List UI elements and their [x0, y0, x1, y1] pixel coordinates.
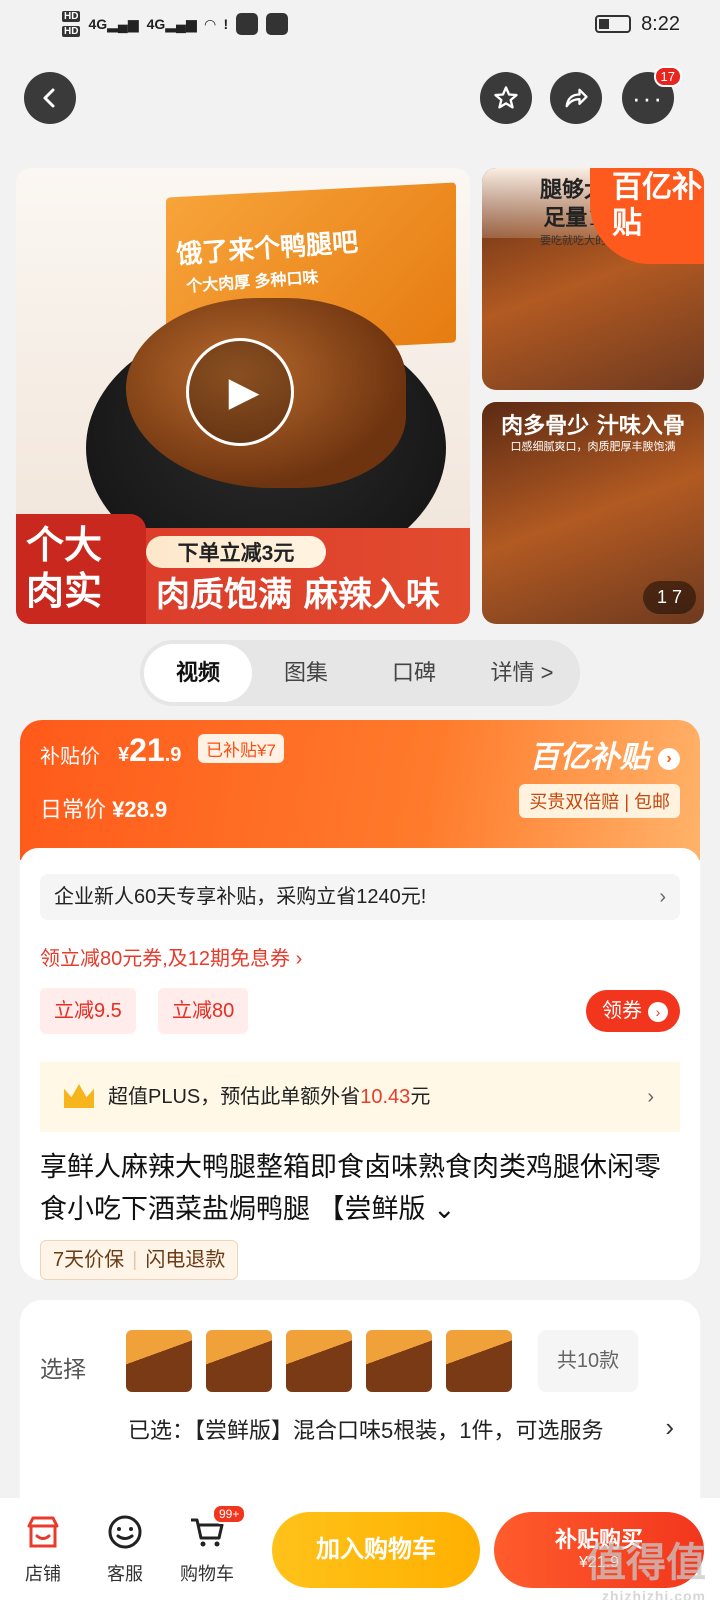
get-coupon-button[interactable]: 领券 ›	[586, 990, 680, 1032]
select-label: 选择	[40, 1356, 86, 1382]
guarantee-tag: 买贵双倍赔 | 包邮	[519, 784, 680, 818]
variant-thumb[interactable]	[366, 1330, 432, 1392]
page-indicator: 1 7	[642, 581, 696, 614]
variant-thumb[interactable]	[126, 1330, 192, 1392]
app-notification-icon	[266, 13, 289, 35]
crown-icon	[64, 1084, 94, 1108]
notification-badge: 17	[653, 66, 682, 87]
cart-badge: 99+	[212, 1504, 247, 1524]
billion-subsidy-badge: 百亿补贴	[590, 168, 704, 264]
subsidy-price-label: 补贴价	[40, 746, 100, 768]
play-video-button[interactable]: ▶	[186, 338, 294, 446]
watermark: 值得值 zhizhizhi.com	[586, 1541, 706, 1600]
tab-video[interactable]: 视频	[144, 644, 252, 702]
price-body: 企业新人60天专享补贴，采购立省1240元! › 领立减80元券,及12期免息券…	[20, 848, 700, 1280]
customer-service-button[interactable]: 客服	[90, 1512, 160, 1586]
chevron-right-icon[interactable]: ›	[665, 1412, 674, 1443]
tab-reviews[interactable]: 口碑	[360, 644, 468, 702]
big-tag: 个大肉实	[16, 514, 146, 624]
variant-thumb[interactable]	[206, 1330, 272, 1392]
variant-count[interactable]: 共10款	[538, 1330, 638, 1392]
share-icon	[565, 88, 588, 108]
variant-thumb[interactable]	[446, 1330, 512, 1392]
main-product-video[interactable]: 饿了来个鸭腿吧 个大肉厚 多种口味 ▶ 下单立减3元 肉质饱满 麻辣入味 个大肉…	[16, 168, 470, 624]
alert-icon: !	[223, 16, 229, 32]
price-card: 补贴价 ¥21.9 已补贴¥7 日常价 ¥28.9 百亿补贴 › 买贵双倍赔 |…	[20, 720, 700, 1280]
signal-icon: 4G▂▄▆	[146, 15, 197, 32]
battery-icon	[595, 15, 632, 33]
favorite-button[interactable]	[480, 72, 532, 124]
spec-select-card[interactable]: 选择 共10款 已选：【尝鲜版】混合口味5根装，1件，可选服务 ›	[20, 1300, 700, 1520]
selected-spec: 已选：【尝鲜版】混合口味5根装，1件，可选服务	[128, 1418, 604, 1443]
enterprise-promo[interactable]: 企业新人60天专享补贴，采购立省1240元! ›	[40, 874, 680, 920]
share-button[interactable]	[550, 72, 602, 124]
plus-savings[interactable]: 超值PLUS，预估此单额外省10.43元 ›	[40, 1062, 680, 1132]
chevron-right-icon: ›	[658, 748, 680, 771]
product-gallery[interactable]: 饿了来个鸭腿吧 个大肉厚 多种口味 ▶ 下单立减3元 肉质饱满 麻辣入味 个大肉…	[16, 168, 704, 624]
discount-chip[interactable]: 立减80	[158, 988, 249, 1034]
subsidy-amount-tag: 已补贴¥7	[198, 734, 284, 763]
variant-thumb[interactable]	[286, 1330, 352, 1392]
hd-indicator: HD HD	[62, 11, 81, 37]
shop-button[interactable]: 店铺	[8, 1512, 78, 1586]
status-bar: HD HD 4G▂▄▆ 4G▂▄▆ ◠ ! 8:22	[0, 0, 720, 48]
banner-text: 肉质饱满 麻辣入味	[156, 575, 440, 615]
chat-icon	[108, 1515, 142, 1549]
shop-icon	[27, 1516, 59, 1548]
coupon-strip: 下单立减3元	[146, 536, 326, 568]
play-icon: ▶	[228, 370, 260, 414]
chevron-right-icon: ›	[647, 1086, 654, 1108]
product-title[interactable]: 享鲜人麻辣大鸭腿整箱即食卤味熟食肉类鸡腿休闲零食小吃下酒菜盐焗鸭腿 【尝鲜版 ⌄	[40, 1146, 680, 1230]
gallery-thumb-1[interactable]: 腿够大 足量1 要吃就吃大的 百亿补贴	[482, 168, 704, 390]
app-notification-icon	[236, 13, 259, 35]
cart-button[interactable]: 99+ 购物车	[172, 1504, 247, 1586]
billion-subsidy-logo[interactable]: 百亿补贴 ›	[530, 732, 680, 776]
thumb-subtitle: 口感细腻爽口，肉质肥厚丰腴饱满	[510, 441, 676, 453]
gallery-thumb-2[interactable]: 肉多骨少 汁味入骨 口感细腻爽口，肉质肥厚丰腴饱满 1 7	[482, 402, 704, 624]
chevron-right-icon: ›	[659, 886, 666, 908]
wifi-icon: ◠	[204, 15, 216, 32]
thumb-title: 肉多骨少 汁味入骨	[501, 413, 685, 439]
price-header: 补贴价 ¥21.9 已补贴¥7 日常价 ¥28.9 百亿补贴 › 买贵双倍赔 |…	[20, 720, 700, 860]
subsidy-price: ¥21.9	[118, 732, 182, 768]
signal-icon: 4G▂▄▆	[88, 15, 139, 32]
clock: 8:22	[641, 12, 680, 35]
add-to-cart-button[interactable]: 加入购物车	[272, 1512, 480, 1588]
back-button[interactable]	[24, 72, 76, 124]
star-icon	[494, 86, 518, 109]
more-button[interactable]: ··· 17	[622, 66, 682, 124]
discount-chip[interactable]: 立减9.5	[40, 988, 136, 1034]
chevron-right-icon: ›	[648, 1002, 668, 1022]
media-tabs: 视频 图集 口碑 详情 >	[140, 640, 580, 706]
chevron-left-icon	[43, 88, 55, 108]
coupon-link[interactable]: 领立减80元券,及12期免息券 ›	[40, 942, 302, 971]
tab-details[interactable]: 详情 >	[468, 644, 576, 702]
more-dots-icon: ···	[632, 82, 664, 113]
tab-gallery[interactable]: 图集	[252, 644, 360, 702]
daily-price: 日常价 ¥28.9	[40, 797, 168, 822]
service-tags[interactable]: 7天价保 | 闪电退款	[40, 1240, 239, 1280]
